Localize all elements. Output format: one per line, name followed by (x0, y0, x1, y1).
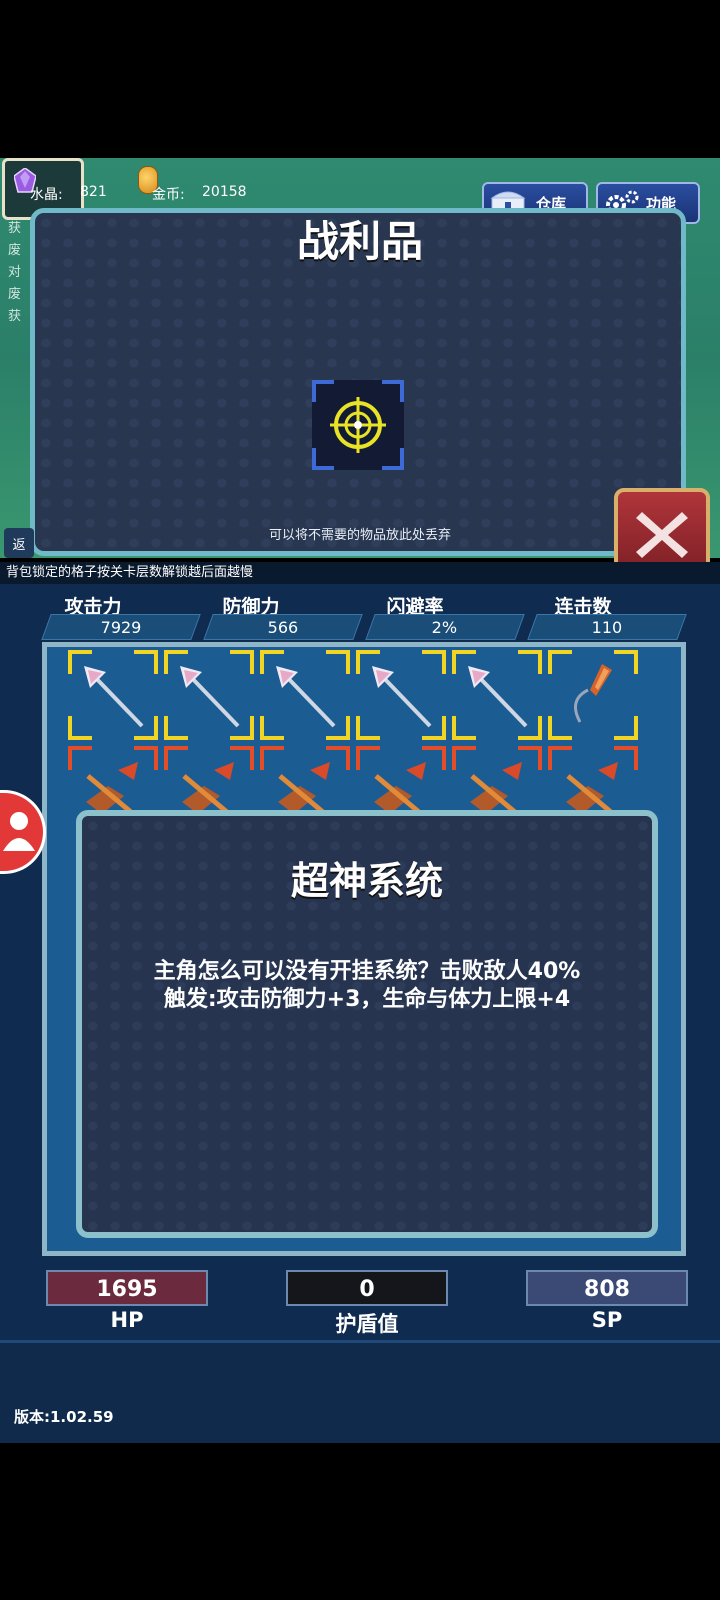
bottom-panel (0, 1340, 720, 1443)
inventory-slot[interactable] (260, 746, 350, 820)
arrow-icon (84, 666, 144, 728)
coin-value: 20158 (202, 184, 247, 200)
inventory-slot[interactable] (548, 650, 638, 740)
stat-value-dodge: 2% (365, 614, 525, 640)
popup-description-line1: 主角怎么可以没有开挂系统？击败敌人40% (153, 959, 581, 984)
inventory-slot[interactable] (164, 746, 254, 820)
stat-value-attack: 7929 (41, 614, 201, 640)
inventory-slot[interactable] (452, 746, 542, 820)
loot-slot[interactable] (312, 380, 404, 470)
stat-value-defense: 566 (203, 614, 363, 640)
inventory-slot[interactable] (452, 650, 542, 740)
inventory-slot[interactable] (356, 746, 446, 820)
inventory-slot[interactable] (548, 746, 638, 820)
inventory-slot[interactable] (164, 650, 254, 740)
lock-notice: 背包锁定的格子按关卡层数解锁越后面越慢 (0, 562, 720, 584)
stat-value-combo: 110 (527, 614, 687, 640)
left-side-button[interactable]: 返 (4, 528, 34, 558)
inventory-slot[interactable] (356, 650, 446, 740)
coin-label: 金币: (152, 187, 185, 203)
user-icon (3, 812, 35, 851)
sp-bar: 808 (526, 1270, 688, 1306)
inventory-slot[interactable] (260, 650, 350, 740)
arrow-icon (180, 666, 240, 728)
sp-label: SP (591, 1308, 623, 1332)
inventory-slot[interactable] (68, 650, 158, 740)
version-text: 版本:1.02.59 (14, 1408, 114, 1426)
stat-value-defense-text: 566 (267, 618, 298, 637)
crosshair-icon (330, 397, 386, 453)
stat-value-dodge-text: 2% (431, 618, 458, 637)
crystal-label: 水晶: (30, 187, 63, 203)
popup-description: 主角怎么可以没有开挂系统？击败敌人40% 触发:攻击防御力+3，生命与体力上限+… (96, 958, 638, 1014)
arrow-icon (372, 666, 432, 728)
arrow-icon (468, 666, 528, 728)
stat-value-combo-text: 110 (591, 618, 622, 637)
hp-bar: 1695 (46, 1270, 208, 1306)
shield-bar: 0 (286, 1270, 448, 1306)
popup-description-line2: 触发:攻击防御力+3，生命与体力上限+4 (163, 987, 571, 1012)
inventory-slot[interactable] (68, 746, 158, 820)
popup-title: 超神系统 (290, 859, 443, 903)
arrow-icon (276, 666, 336, 728)
stat-value-attack-text: 7929 (100, 618, 141, 637)
shield-label: 护盾值 (335, 1312, 399, 1336)
loot-panel-title: 战利品 (296, 217, 423, 266)
hp-label: HP (110, 1308, 144, 1332)
loot-discard-hint: 可以将不需要的物品放此处丢弃 (268, 528, 451, 543)
bow-icon (574, 664, 612, 723)
crystal-value: 821 (80, 184, 107, 200)
